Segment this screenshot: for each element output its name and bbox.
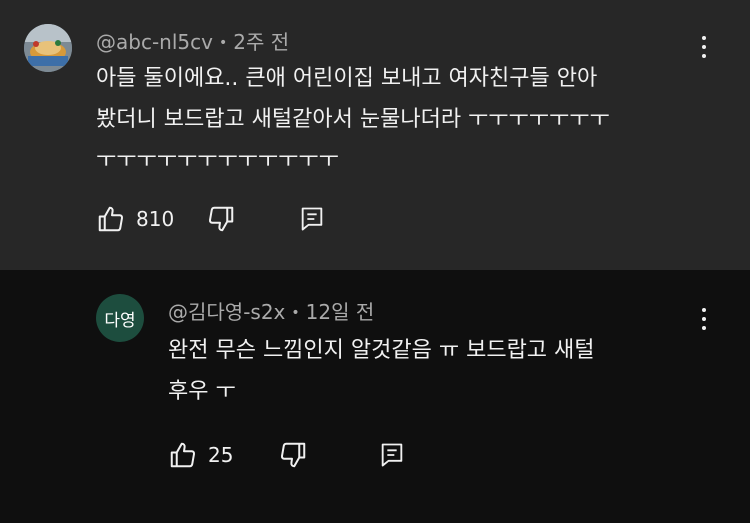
- reply-comment: 다영 @김다영-s2x • 12일 전 완전 무슨 느낌인지 알것같음 ㅠ 보드랍고…: [0, 270, 750, 523]
- thumbs-up-icon: [170, 442, 196, 468]
- reply-icon: [381, 443, 403, 467]
- comment-text-line: ㅜㅜㅜㅜㅜㅜㅜㅜㅜㅜㅜㅜ: [96, 148, 339, 173]
- thumbs-up-icon: [98, 206, 124, 232]
- dislike-button[interactable]: [206, 204, 298, 234]
- reply-icon: [301, 207, 323, 231]
- avatar-photo-icon: [24, 24, 72, 72]
- comment-text: 완전 무슨 느낌인지 알것같음 ㅠ 보드랍고 새털 후우 ㅜ: [168, 330, 688, 412]
- thumbs-down-icon: [208, 206, 234, 232]
- comment-meta: @김다영-s2x • 12일 전: [168, 296, 374, 325]
- author-name[interactable]: @김다영-s2x: [168, 300, 285, 324]
- comment-text-line: 봤더니 보드랍고 새털같아서 눈물나더라 ㅜㅜㅜㅜㅜㅜㅜ: [96, 107, 610, 132]
- comment-meta: @abc-nl5cv • 2주 전: [96, 26, 289, 55]
- separator-dot: •: [218, 35, 228, 51]
- thumbs-down-icon: [280, 442, 306, 468]
- like-count: 810: [136, 207, 175, 231]
- comment-text-line: 후우 ㅜ: [168, 379, 236, 404]
- dislike-button[interactable]: [278, 440, 378, 470]
- timestamp[interactable]: 12일 전: [306, 300, 375, 324]
- comment: @abc-nl5cv • 2주 전 아들 둘이에요.. 큰애 어린이집 보내고 여자…: [0, 0, 750, 270]
- reply-button[interactable]: [378, 441, 406, 469]
- comment-text: 아들 둘이에요.. 큰애 어린이집 보내고 여자친구들 안아 봤더니 보드랍고 …: [96, 58, 696, 181]
- like-button[interactable]: 25: [168, 440, 278, 470]
- comment-actions: 25: [168, 440, 406, 470]
- separator-dot: •: [291, 305, 300, 321]
- avatar[interactable]: 다영: [96, 294, 144, 342]
- comment-actions: 810: [96, 204, 326, 234]
- comment-text-line: 완전 무슨 느낌인지 알것같음 ㅠ 보드랍고 새털: [168, 338, 595, 363]
- comment-text-line: 아들 둘이에요.. 큰애 어린이집 보내고 여자친구들 안아: [96, 66, 598, 91]
- like-button[interactable]: 810: [96, 204, 206, 234]
- like-count: 25: [208, 443, 234, 467]
- avatar[interactable]: [24, 24, 72, 72]
- more-vert-icon[interactable]: [700, 36, 708, 58]
- reply-button[interactable]: [298, 205, 326, 233]
- more-vert-icon[interactable]: [700, 308, 708, 330]
- author-name[interactable]: @abc-nl5cv: [96, 30, 213, 54]
- avatar-initials: 다영: [104, 310, 136, 331]
- timestamp[interactable]: 2주 전: [233, 30, 289, 54]
